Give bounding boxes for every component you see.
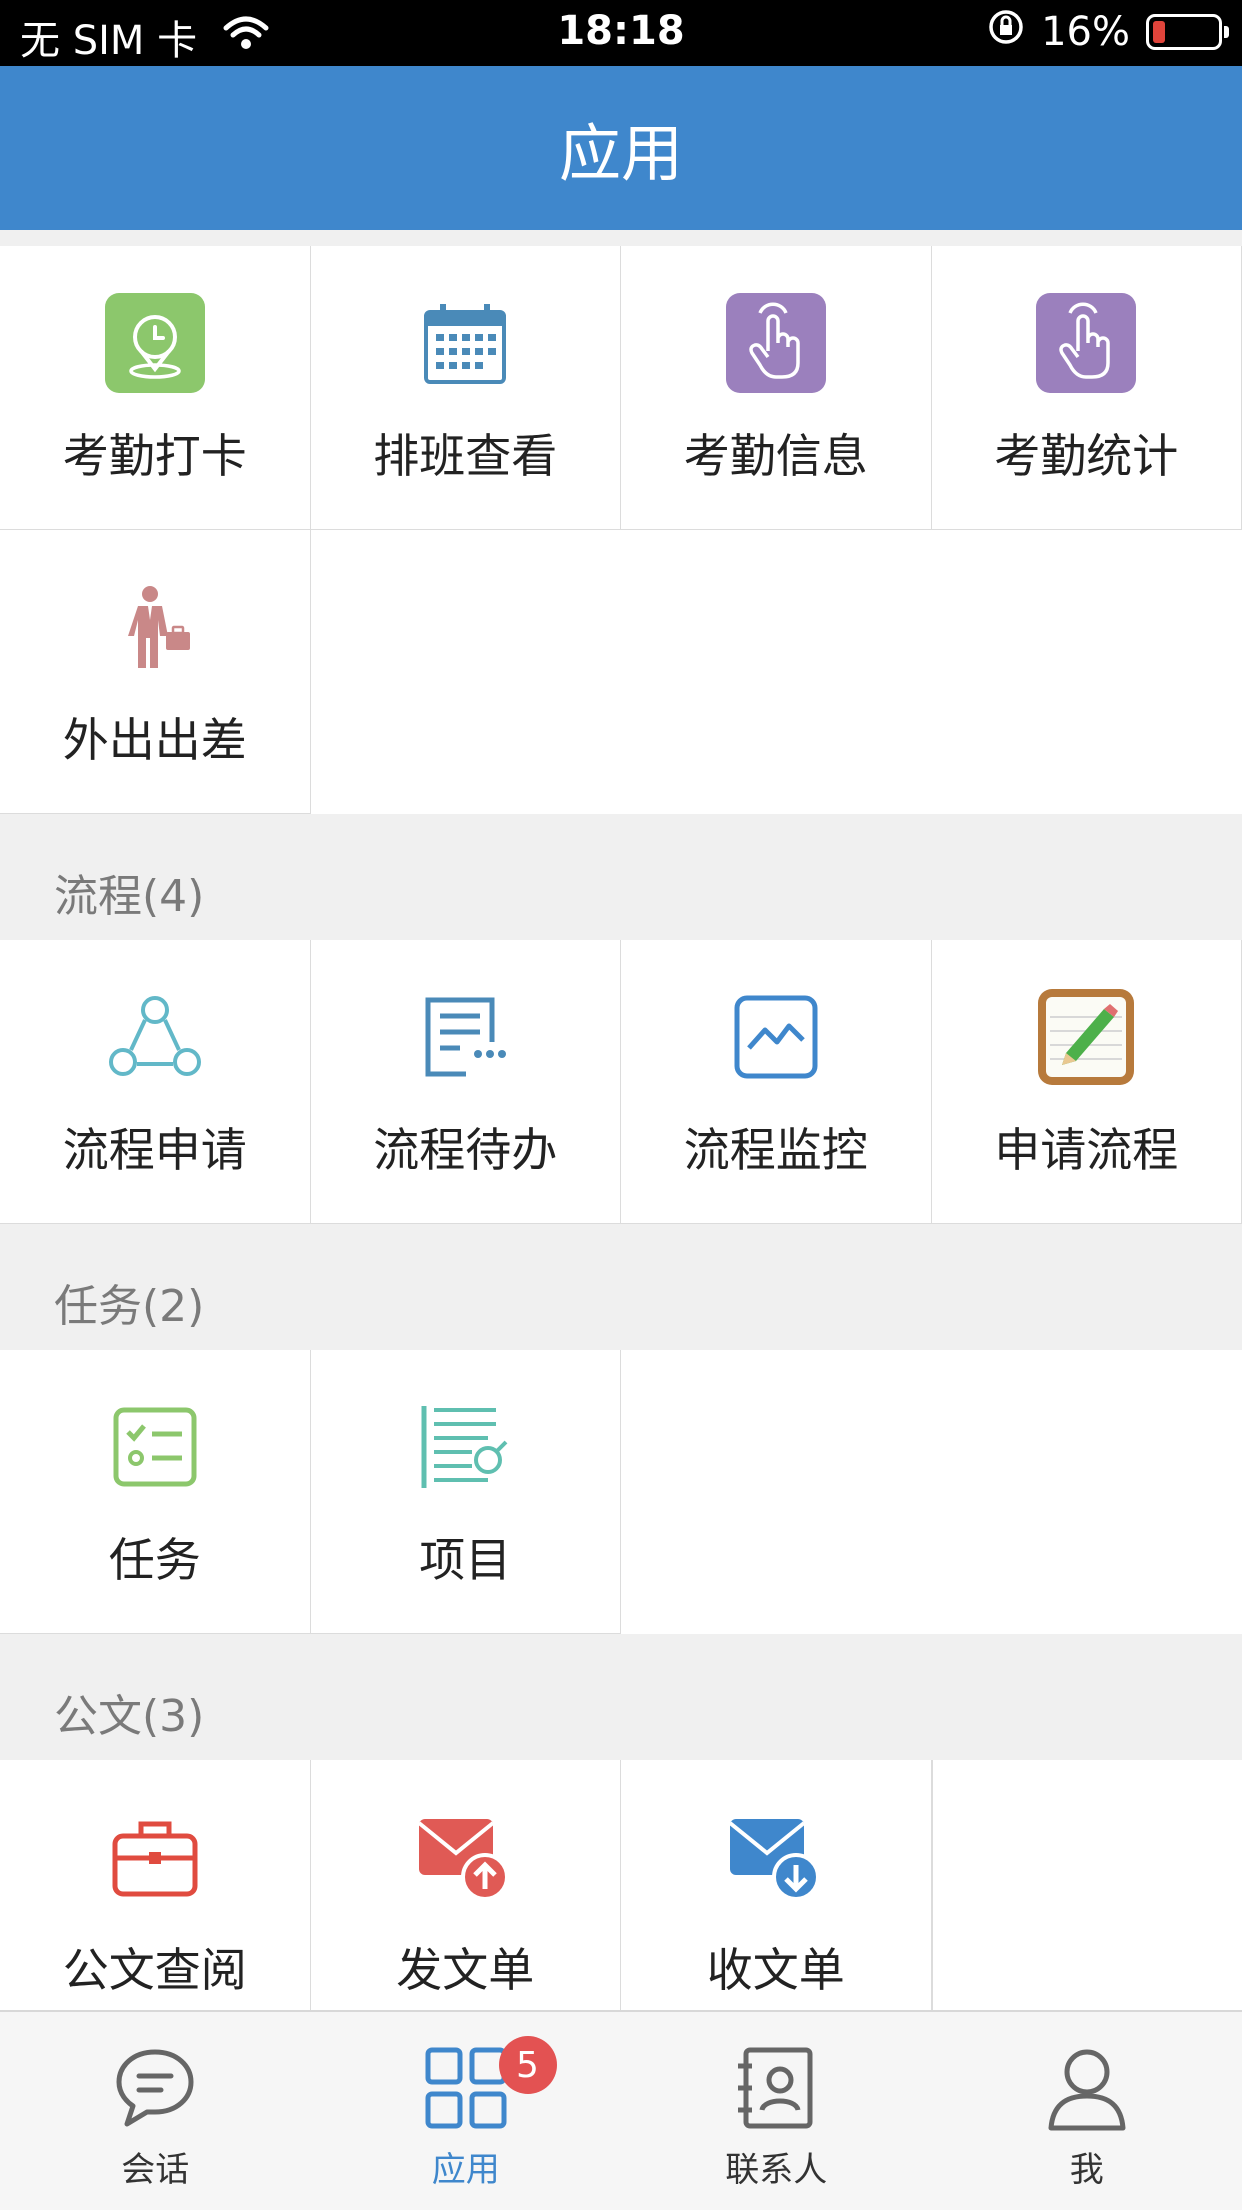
app-label: 收文单 — [707, 1934, 845, 2000]
document-grid: 公文查阅 发文单 收文单 — [0, 1760, 1242, 2010]
app-task[interactable]: 任务 — [0, 1350, 311, 1634]
tab-bar: 会话 应用 5 联系人 我 — [0, 2010, 1242, 2210]
app-list[interactable]: 考勤打卡 排班查看 考勤信息 考勤统计 外出出差 — [0, 230, 1242, 2010]
tab-label: 会话 — [121, 2142, 189, 2191]
app-schedule-view[interactable]: 排班查看 — [311, 246, 622, 530]
calendar-icon — [410, 288, 520, 398]
app-label: 流程待办 — [373, 1114, 557, 1180]
tab-me[interactable]: 我 — [932, 2012, 1242, 2210]
finger-tap-icon — [721, 288, 831, 398]
app-business-trip[interactable]: 外出出差 — [0, 530, 311, 814]
app-label: 外出出差 — [63, 704, 247, 770]
section-title-process: 流程(4) — [0, 814, 1242, 940]
person-icon — [1043, 2044, 1131, 2132]
app-project[interactable]: 项目 — [311, 1350, 622, 1634]
app-process-todo[interactable]: 流程待办 — [311, 940, 622, 1224]
mail-send-icon — [410, 1802, 520, 1912]
project-list-icon — [410, 1392, 520, 1502]
monitor-chart-icon — [721, 982, 831, 1092]
app-grid-icon — [422, 2044, 510, 2132]
app-label: 公文查阅 — [63, 1934, 247, 2000]
tab-apps[interactable]: 应用 5 — [311, 2012, 622, 2210]
tab-contacts[interactable]: 联系人 — [621, 2012, 932, 2210]
battery-icon — [1146, 14, 1222, 50]
tab-chat[interactable]: 会话 — [0, 2012, 311, 2210]
app-apply-process[interactable]: 申请流程 — [932, 940, 1242, 1224]
app-label: 排班查看 — [373, 420, 557, 486]
empty-cell — [932, 530, 1242, 814]
chat-bubble-icon — [111, 2044, 199, 2132]
finger-tap-icon — [1031, 288, 1141, 398]
app-label: 考勤信息 — [684, 420, 868, 486]
app-label: 项目 — [419, 1524, 511, 1590]
app-attendance-info[interactable]: 考勤信息 — [621, 246, 932, 530]
tab-label: 我 — [1070, 2142, 1104, 2191]
empty-cell — [621, 530, 932, 814]
app-label: 流程申请 — [63, 1114, 247, 1180]
app-send-document[interactable]: 发文单 — [311, 1760, 622, 2010]
section-title-document: 公文(3) — [0, 1634, 1242, 1760]
checklist-icon — [100, 1392, 210, 1502]
app-label: 任务 — [109, 1524, 201, 1590]
app-label: 考勤统计 — [994, 420, 1178, 486]
businessman-icon — [100, 572, 210, 682]
briefcase-icon — [100, 1802, 210, 1912]
app-attendance-stats[interactable]: 考勤统计 — [932, 246, 1242, 530]
nav-bar: 应用 — [0, 66, 1242, 230]
section-title-task: 任务(2) — [0, 1224, 1242, 1350]
empty-cell — [311, 530, 622, 814]
status-bar: 无 SIM 卡 18:18 16% — [0, 0, 1242, 66]
app-process-apply[interactable]: 流程申请 — [0, 940, 311, 1224]
rotation-lock-icon — [987, 8, 1025, 56]
clock-location-icon — [100, 288, 210, 398]
contact-card-icon — [732, 2044, 820, 2132]
workflow-nodes-icon — [100, 982, 210, 1092]
notepad-pencil-icon — [1031, 982, 1141, 1092]
empty-cell — [932, 1760, 1242, 2010]
app-attendance-checkin[interactable]: 考勤打卡 — [0, 246, 311, 530]
attendance-grid: 考勤打卡 排班查看 考勤信息 考勤统计 外出出差 — [0, 230, 1242, 814]
tab-label: 联系人 — [725, 2142, 827, 2191]
empty-cell — [932, 1350, 1242, 1634]
process-grid: 流程申请 流程待办 流程监控 申请流程 — [0, 940, 1242, 1224]
todo-document-icon — [410, 982, 520, 1092]
tab-label: 应用 — [432, 2142, 500, 2191]
mail-receive-icon — [721, 1802, 831, 1912]
app-process-monitor[interactable]: 流程监控 — [621, 940, 932, 1224]
notification-badge: 5 — [499, 2036, 557, 2094]
page-title: 应用 — [559, 103, 683, 193]
app-label: 申请流程 — [994, 1114, 1178, 1180]
app-label: 考勤打卡 — [63, 420, 247, 486]
battery-percent: 16% — [1041, 9, 1130, 55]
app-document-view[interactable]: 公文查阅 — [0, 1760, 311, 2010]
app-label: 流程监控 — [684, 1114, 868, 1180]
empty-cell — [621, 1350, 932, 1634]
app-label: 发文单 — [396, 1934, 534, 2000]
app-receive-document[interactable]: 收文单 — [621, 1760, 932, 2010]
task-grid: 任务 项目 — [0, 1350, 1242, 1634]
